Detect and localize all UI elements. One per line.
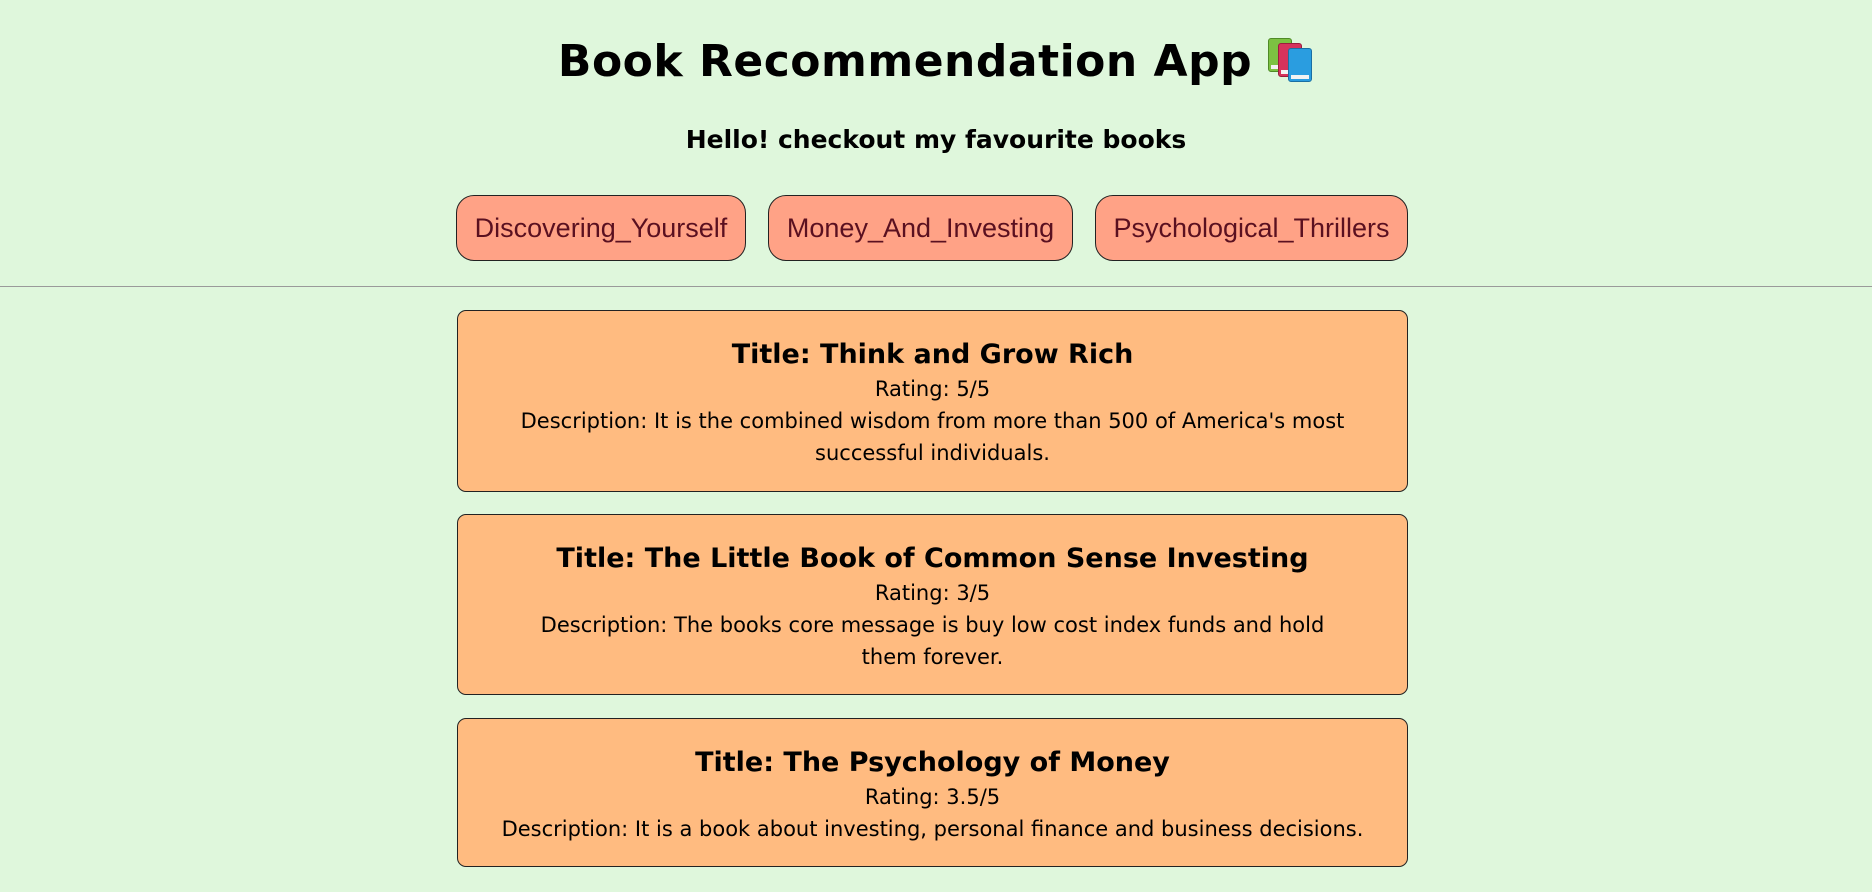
book-title: Title: The Little Book of Common Sense I…	[556, 543, 1309, 574]
book-card: Title: The Psychology of Money Rating: 3…	[457, 718, 1408, 867]
app-root: Book Recommendation App Hello! checkout …	[0, 0, 1872, 892]
genre-button-discovering-yourself[interactable]: Discovering_Yourself	[456, 195, 746, 261]
book-title: Title: Think and Grow Rich	[731, 339, 1134, 370]
book-description: Description: The books core message is b…	[540, 613, 1325, 669]
page-title: Book Recommendation App	[0, 30, 1872, 94]
genre-button-group: Discovering_Yourself Money_And_Investing…	[0, 195, 1872, 263]
divider	[0, 286, 1872, 287]
page-subtitle: Hello! checkout my favourite books	[685, 125, 1187, 154]
books-icon	[1266, 36, 1314, 82]
page-title-text: Book Recommendation App	[557, 36, 1253, 87]
genre-button-money-and-investing[interactable]: Money_And_Investing	[768, 195, 1073, 261]
book-rating: Rating: 3.5/5	[864, 785, 1001, 809]
genre-button-psychological-thrillers[interactable]: Psychological_Thrillers	[1095, 195, 1408, 261]
book-title: Title: The Psychology of Money	[695, 747, 1170, 778]
book-card: Title: The Little Book of Common Sense I…	[457, 514, 1408, 695]
book-blue-icon	[1288, 48, 1313, 82]
book-description: Description: It is the combined wisdom f…	[520, 409, 1345, 465]
book-description: Description: It is a book about investin…	[501, 817, 1364, 841]
book-rating: Rating: 3/5	[874, 581, 991, 605]
book-rating: Rating: 5/5	[874, 377, 991, 401]
book-card: Title: Think and Grow Rich Rating: 5/5 D…	[457, 310, 1408, 492]
